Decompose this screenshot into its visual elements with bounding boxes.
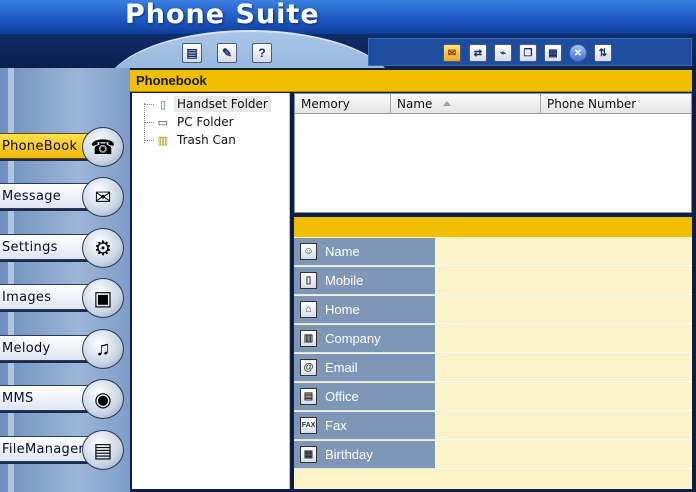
send-message-icon[interactable]: ✉	[443, 44, 461, 62]
sidebar-item-phonebook[interactable]: PhoneBook ☎	[0, 127, 126, 167]
home-field[interactable]	[435, 296, 692, 324]
sidebar-item-label: MMS	[2, 391, 34, 406]
section-header: Phonebook	[130, 70, 692, 92]
sidebar-item-mms[interactable]: MMS ◉	[0, 379, 126, 419]
picture-icon: ▣	[82, 278, 124, 318]
office-field[interactable]	[435, 383, 692, 411]
field-label-cell: ☺ Name	[294, 238, 435, 266]
envelope-icon: ✉	[82, 177, 124, 217]
field-label-cell: ▤ Office	[294, 383, 435, 411]
company-field[interactable]	[435, 325, 692, 353]
table-header: Memory Name Phone Number	[295, 94, 691, 114]
person-icon: ☺	[300, 243, 317, 260]
tree-item-pc-folder[interactable]: ▭ PC Folder	[144, 113, 237, 131]
fax-icon: FAX	[300, 417, 317, 434]
balloon-icon: ◉	[82, 379, 124, 419]
page-title: Phonebook	[136, 73, 207, 88]
trash-icon: ▥	[157, 134, 169, 147]
email-field[interactable]	[435, 354, 692, 382]
column-header-memory[interactable]: Memory	[295, 94, 391, 114]
close-connection-icon[interactable]: ✕	[569, 44, 587, 62]
file-box-icon: ▤	[82, 430, 124, 470]
contacts-table[interactable]: Memory Name Phone Number	[294, 93, 692, 213]
field-label: Home	[325, 302, 360, 317]
sort-icon[interactable]: ⇅	[594, 44, 612, 62]
title-bar: Phone Suite	[0, 0, 696, 36]
form-row-name: ☺ Name	[294, 238, 692, 266]
app-title: Phone Suite	[125, 0, 320, 30]
calendar-icon: ▦	[300, 446, 317, 463]
sidebar-item-settings[interactable]: Settings ⚙	[0, 228, 126, 268]
sidebar-item-melody[interactable]: Melody ♫	[0, 329, 126, 369]
field-label-cell: ▦ Birthday	[294, 441, 435, 469]
pc-icon: ▭	[157, 116, 169, 129]
form-header-band	[294, 217, 692, 237]
copy-icon[interactable]: ❐	[519, 44, 537, 62]
field-label-cell: ▯ Mobile	[294, 267, 435, 295]
connect-icon[interactable]: ⌁	[494, 44, 512, 62]
help-icon[interactable]: ?	[252, 43, 272, 63]
field-label: Email	[325, 360, 358, 375]
field-label-cell: FAX Fax	[294, 412, 435, 440]
field-label-cell: @ Email	[294, 354, 435, 382]
tree-connector	[144, 139, 154, 141]
field-label: Office	[325, 389, 359, 404]
sidebar-item-label: PhoneBook	[2, 139, 78, 154]
office-icon: ▤	[300, 388, 317, 405]
field-label: Name	[325, 244, 360, 259]
edit-contact-icon[interactable]: ✎	[217, 43, 237, 63]
form-row-fax: FAX Fax	[294, 412, 692, 440]
birthday-field[interactable]	[435, 441, 692, 469]
sidebar-item-label: FileManager	[2, 442, 85, 457]
receive-icon[interactable]: ⇄	[469, 44, 487, 62]
sort-ascending-icon	[443, 101, 451, 106]
form-row-birthday: ▦ Birthday	[294, 441, 692, 469]
gear-icon: ⚙	[82, 228, 124, 268]
sidebar-item-message[interactable]: Message ✉	[0, 177, 126, 217]
house-icon: ⌂	[300, 301, 317, 318]
tree-connector	[144, 103, 154, 105]
sidebar-item-filemanager[interactable]: FileManager ▤	[0, 430, 126, 470]
field-label: Birthday	[325, 447, 373, 462]
tree-item-label: PC Folder	[177, 115, 234, 129]
folder-tree: ▯ Handset Folder ▭ PC Folder ▥ Trash Can	[132, 93, 290, 489]
phone-icon: ☎	[82, 127, 124, 167]
form-row-company: ▥ Company	[294, 325, 692, 353]
fax-field[interactable]	[435, 412, 692, 440]
tree-item-label: Handset Folder	[174, 96, 271, 112]
sidebar-item-label: Images	[2, 290, 52, 305]
name-field[interactable]	[435, 238, 692, 266]
field-label: Fax	[325, 418, 347, 433]
field-label-cell: ⌂ Home	[294, 296, 435, 324]
form-row-home: ⌂ Home	[294, 296, 692, 324]
mobile-field[interactable]	[435, 267, 692, 295]
field-label-cell: ▥ Company	[294, 325, 435, 353]
column-header-name[interactable]: Name	[391, 94, 541, 114]
form-row-email: @ Email	[294, 354, 692, 382]
tree-item-handset-folder[interactable]: ▯ Handset Folder	[144, 95, 271, 113]
at-icon: @	[300, 359, 317, 376]
form-row-mobile: ▯ Mobile	[294, 267, 692, 295]
sidebar-item-label: Settings	[2, 240, 58, 255]
tree-item-label: Trash Can	[177, 133, 236, 147]
sidebar-item-label: Message	[2, 189, 62, 204]
paste-icon[interactable]: ▦	[544, 44, 562, 62]
tree-connector	[144, 121, 154, 123]
sidebar-item-label: Melody	[2, 341, 51, 356]
music-icon: ♫	[82, 329, 124, 369]
new-contact-icon[interactable]: ▤	[182, 43, 202, 63]
form-row-office: ▤ Office	[294, 383, 692, 411]
column-header-phone-number[interactable]: Phone Number	[541, 94, 691, 114]
field-label: Company	[325, 331, 381, 346]
field-label: Mobile	[325, 273, 364, 288]
handset-icon: ▯	[159, 98, 167, 111]
sidebar-item-images[interactable]: Images ▣	[0, 278, 126, 318]
tree-item-trash-can[interactable]: ▥ Trash Can	[144, 131, 239, 149]
building-icon: ▥	[300, 330, 317, 347]
mobile-icon: ▯	[300, 272, 317, 289]
